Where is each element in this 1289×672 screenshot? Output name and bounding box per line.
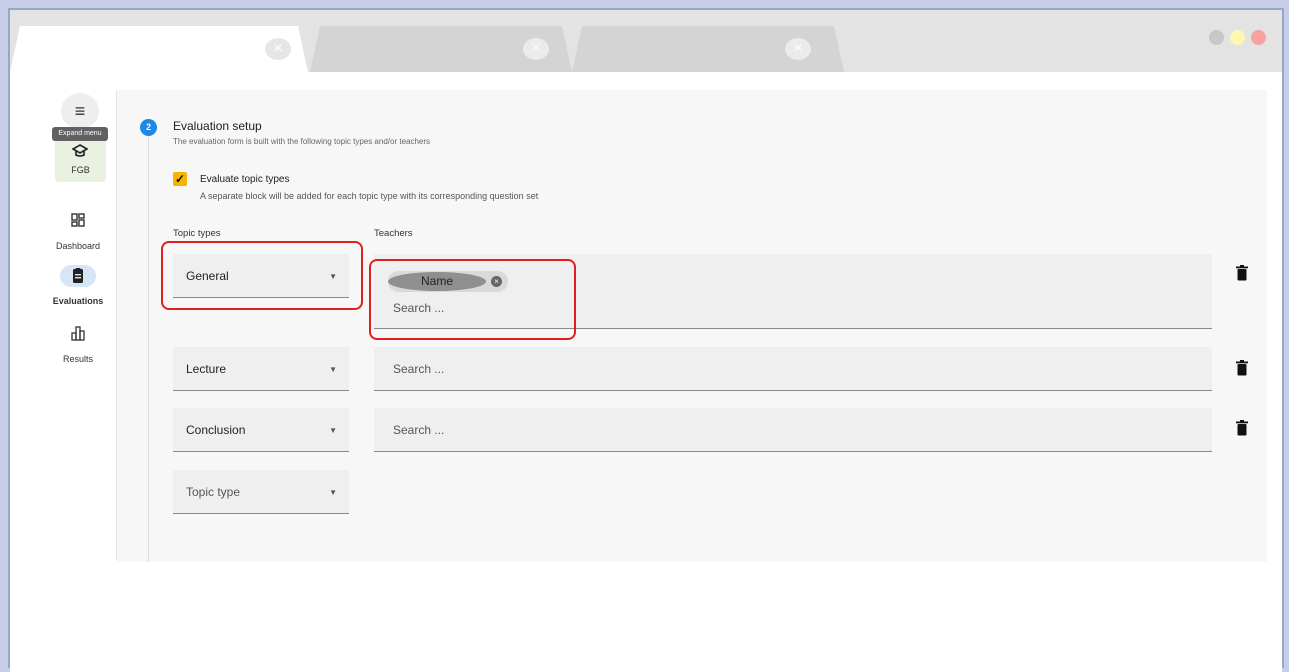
topic-type-select[interactable]: Lecture ▼ [173, 347, 349, 391]
evaluate-topic-types-checkbox[interactable]: ✓ [173, 172, 187, 186]
topic-types-header: Topic types [173, 228, 221, 239]
topic-type-select[interactable]: Conclusion ▼ [173, 408, 349, 452]
step-connector [148, 122, 149, 562]
highlight-topic-select [161, 241, 363, 310]
topic-type-value: Conclusion [186, 423, 246, 437]
sidebar-item-label: Evaluations [52, 296, 104, 306]
bar-chart-icon [71, 326, 85, 341]
delete-row-icon[interactable] [1236, 265, 1248, 281]
tab-close-icon[interactable]: × [785, 38, 811, 60]
browser-tab-1[interactable]: × [10, 26, 308, 72]
evaluation-setup-step: 2 Evaluation setup The evaluation form i… [117, 90, 1267, 562]
topic-type-placeholder: Topic type [186, 485, 241, 499]
sidebar-item-label: Results [62, 354, 93, 364]
clipboard-icon [60, 265, 96, 287]
delete-row-icon[interactable] [1236, 420, 1248, 436]
tab-close-icon[interactable]: × [265, 38, 291, 60]
step-number-badge: 2 [140, 119, 157, 136]
topic-type-value: Lecture [186, 362, 227, 376]
tab-close-icon[interactable]: × [523, 38, 549, 60]
org-label: FGB [71, 165, 90, 175]
checkbox-label: Evaluate topic types [200, 174, 290, 185]
teachers-header: Teachers [374, 228, 413, 239]
step-title: Evaluation setup [173, 119, 262, 133]
window-controls [1209, 30, 1266, 45]
highlight-teacher-field [369, 259, 576, 340]
side-navigation: ≡ FGB Expand menu Dashboard Evaluations [40, 90, 117, 560]
maximize-dot[interactable] [1230, 30, 1245, 45]
dropdown-arrow-icon: ▼ [329, 365, 337, 374]
new-topic-type-select[interactable]: Topic type ▼ [173, 470, 349, 514]
minimize-dot[interactable] [1209, 30, 1224, 45]
search-placeholder: Search ... [393, 423, 445, 437]
step-subtitle: The evaluation form is built with the fo… [173, 137, 431, 146]
tab-bar: × × × [10, 10, 1282, 72]
sidebar-item-results[interactable]: Results [40, 323, 116, 364]
dropdown-arrow-icon: ▼ [329, 426, 337, 435]
dashboard-icon [71, 213, 85, 227]
teacher-search-field[interactable]: Search ... [374, 408, 1212, 452]
checkbox-description: A separate block will be added for each … [200, 191, 539, 201]
close-dot[interactable] [1251, 30, 1266, 45]
teacher-search-field[interactable]: Search ... [374, 347, 1212, 391]
sidebar-item-label: Dashboard [55, 241, 101, 251]
dropdown-arrow-icon: ▼ [329, 488, 337, 497]
browser-tab-3[interactable]: × [572, 26, 844, 72]
search-placeholder: Search ... [393, 362, 445, 376]
expand-menu-tooltip: Expand menu [52, 127, 108, 141]
graduation-cap-icon [72, 144, 88, 157]
sidebar-item-evaluations[interactable]: Evaluations [40, 265, 116, 306]
menu-icon[interactable]: ≡ [61, 93, 99, 129]
delete-row-icon[interactable] [1236, 360, 1248, 376]
sidebar-item-dashboard[interactable]: Dashboard [40, 210, 116, 251]
browser-tab-2[interactable]: × [310, 26, 572, 72]
